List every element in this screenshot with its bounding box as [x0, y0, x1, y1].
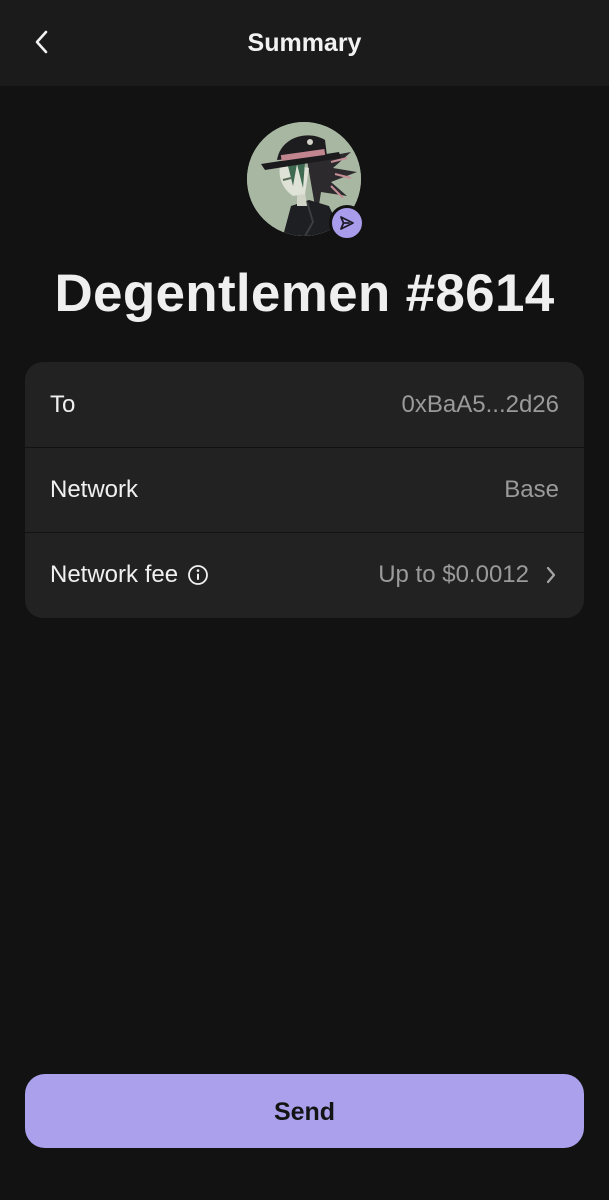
- recipient-address: 0xBaA5...2d26: [401, 390, 559, 418]
- chevron-right-icon: [543, 563, 559, 587]
- chevron-left-icon: [35, 30, 48, 54]
- network-fee-row[interactable]: Network fee Up to $0.0012: [25, 532, 584, 617]
- network-fee-label-group: Network fee: [50, 561, 378, 589]
- back-button[interactable]: [22, 22, 62, 62]
- send-arrow-icon: [340, 216, 354, 230]
- recipient-label: To: [50, 390, 76, 418]
- recipient-row: To 0xBaA5...2d26: [25, 362, 584, 447]
- page-title: Summary: [247, 29, 362, 57]
- network-fee-value-group: Up to $0.0012: [378, 561, 559, 589]
- transaction-details-card: To 0xBaA5...2d26 Network Base Network fe…: [25, 362, 584, 618]
- top-bar: Summary: [0, 0, 609, 86]
- send-button[interactable]: Send: [25, 1074, 584, 1148]
- network-row: Network Base: [25, 447, 584, 532]
- nft-avatar-container: [247, 122, 365, 241]
- network-label: Network: [50, 476, 139, 503]
- network-fee-label: Network fee: [50, 561, 179, 588]
- network-value: Base: [504, 476, 559, 503]
- network-fee-value: Up to $0.0012: [378, 561, 529, 588]
- nft-name: Degentlemen #8614: [54, 264, 555, 323]
- send-badge: [329, 205, 365, 241]
- info-icon[interactable]: [186, 563, 210, 587]
